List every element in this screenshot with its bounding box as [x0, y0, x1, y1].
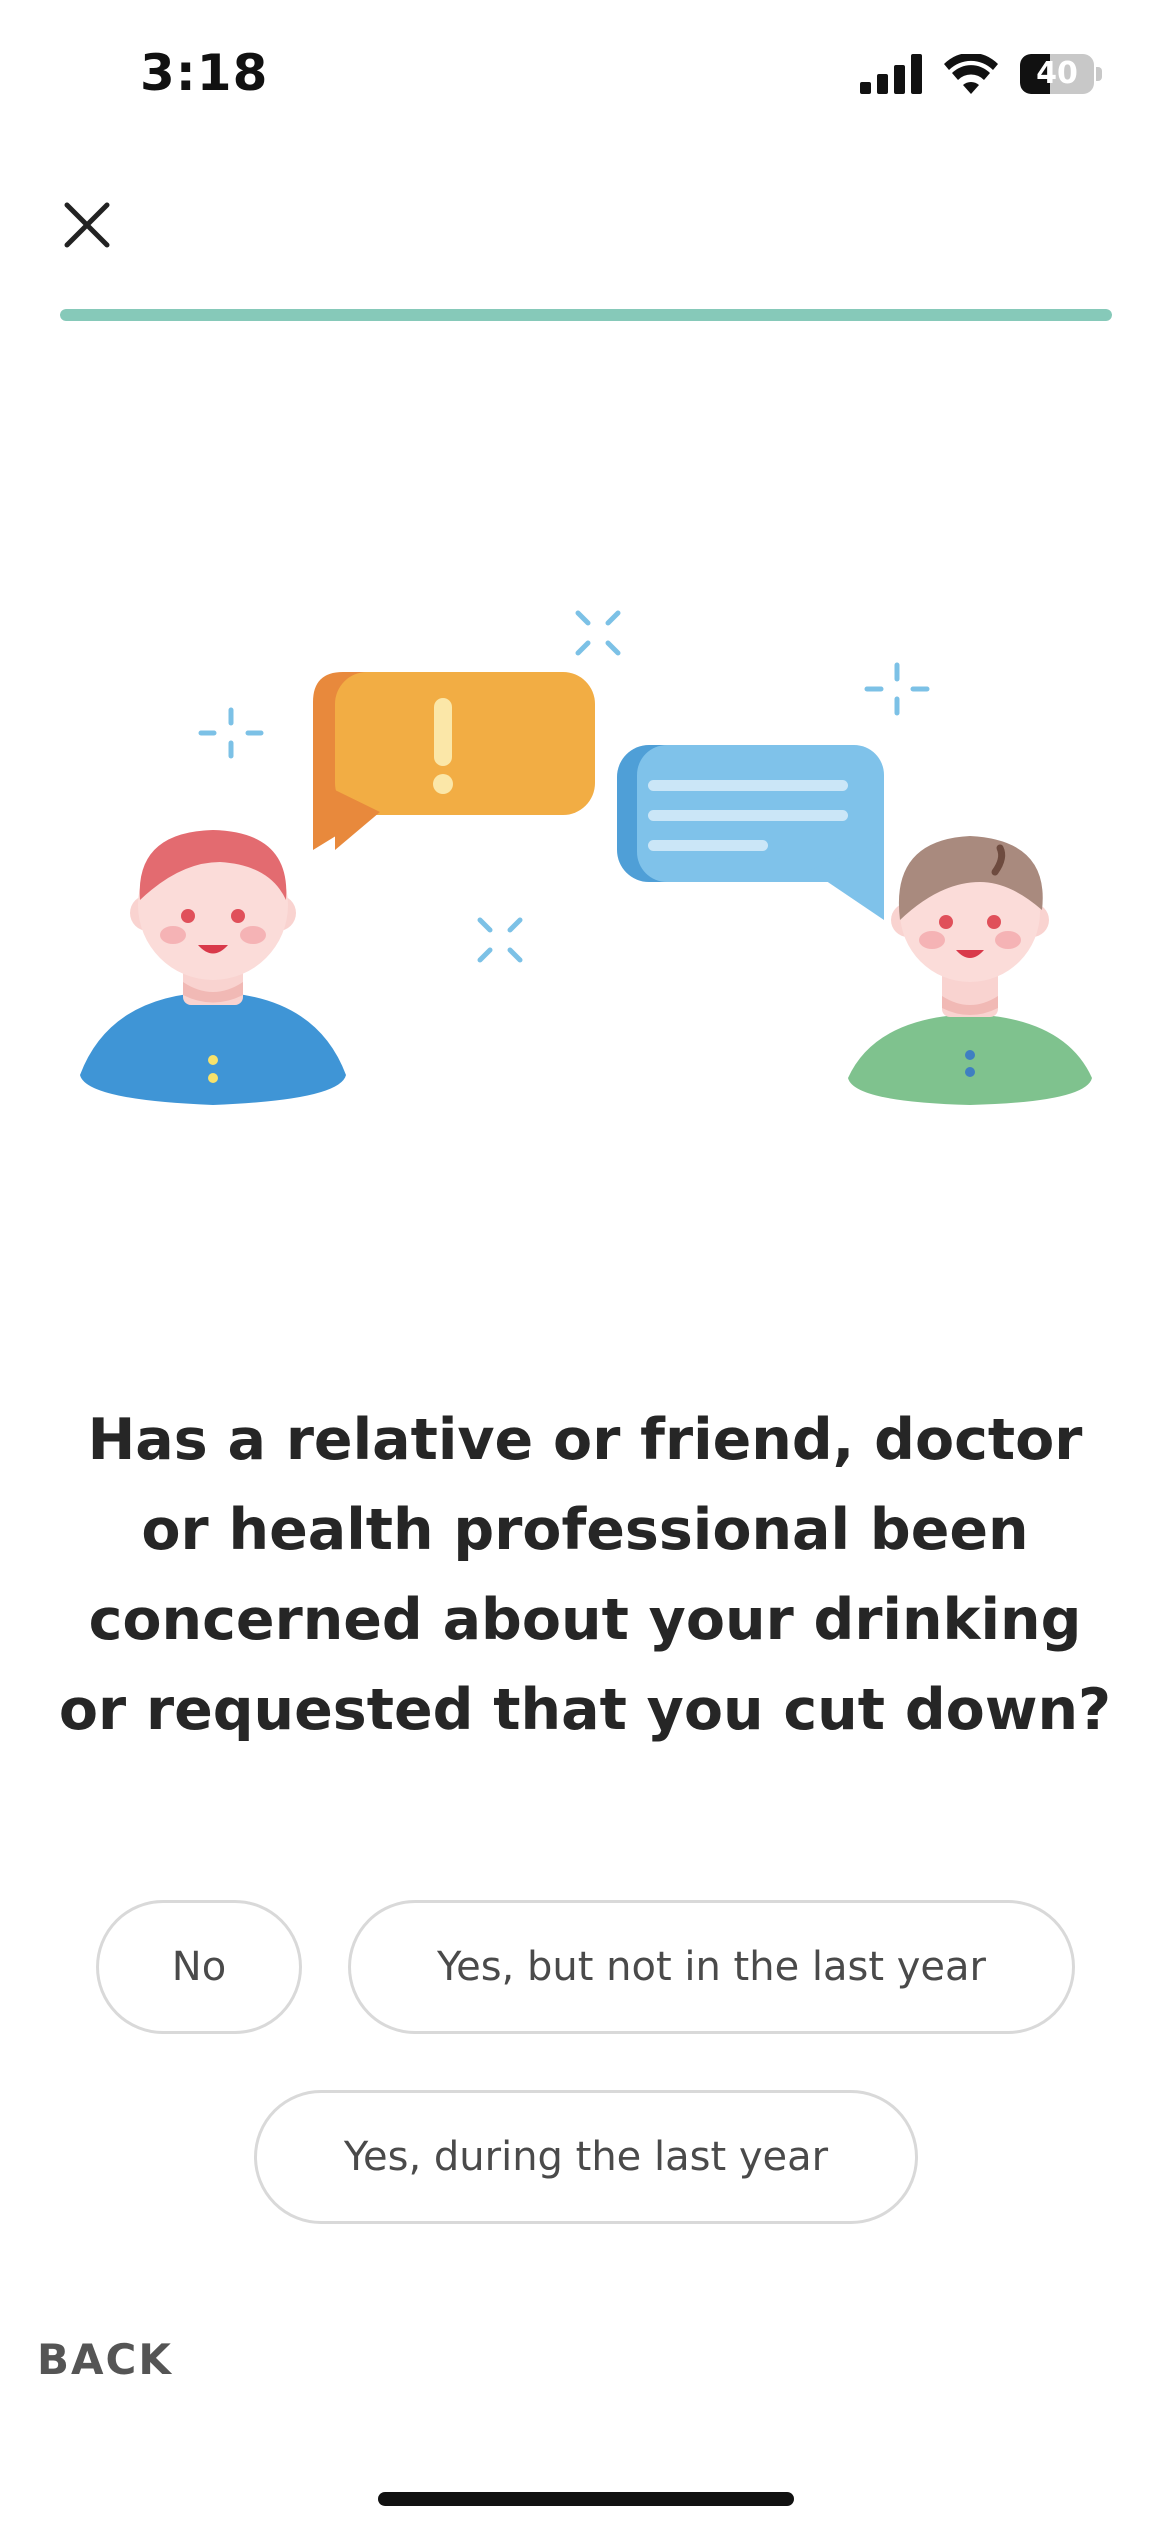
question-text: Has a relative or friend, doctor or heal…	[58, 1407, 1112, 1743]
two-people-talking-illustration	[80, 610, 1092, 1105]
person-left-icon	[80, 830, 346, 1105]
wifi-icon	[944, 54, 998, 94]
sparkle-icon	[198, 707, 264, 759]
alert-speech-bubble-icon	[313, 672, 595, 850]
status-icons: 40	[860, 54, 1102, 94]
sparkle-icon	[864, 662, 930, 716]
answer-yes-last-year-button[interactable]: Yes, during the last year	[254, 2090, 918, 2224]
close-icon	[64, 202, 110, 248]
cellular-signal-icon	[860, 54, 922, 94]
battery-icon: 40	[1020, 54, 1102, 94]
close-button[interactable]	[52, 190, 122, 260]
message-speech-bubble-icon	[617, 745, 884, 920]
progress-fill	[60, 309, 1112, 321]
person-right-icon	[848, 836, 1092, 1105]
home-indicator	[378, 2492, 794, 2506]
battery-level: 40	[1036, 56, 1078, 91]
status-bar: 3:18 40	[0, 0, 1170, 150]
answer-no-button[interactable]: No	[96, 1900, 302, 2034]
progress-bar	[60, 309, 1112, 321]
answer-yes-not-last-year-button[interactable]: Yes, but not in the last year	[348, 1900, 1075, 2034]
back-button[interactable]: BACK	[37, 2335, 173, 2384]
status-time: 3:18	[140, 44, 269, 102]
sparkle-icon	[477, 917, 523, 963]
sparkle-icon	[575, 610, 621, 656]
